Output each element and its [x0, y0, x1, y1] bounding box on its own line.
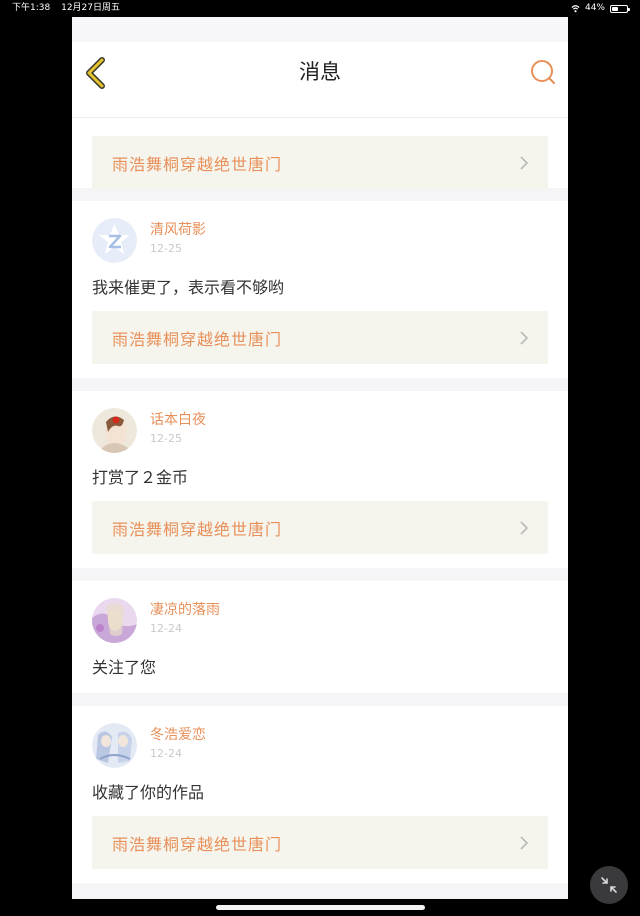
- chevron-right-icon: [520, 155, 528, 170]
- message-card: 话本白夜 12-25 打赏了２金币 雨浩舞桐穿越绝世唐门: [72, 391, 568, 568]
- message-date: 12-25: [150, 242, 182, 255]
- book-title: 雨浩舞桐穿越绝世唐门: [112, 154, 283, 174]
- username[interactable]: 话本白夜: [150, 412, 206, 429]
- user-meta: 话本白夜 12-25: [150, 408, 206, 446]
- card-gap: [72, 693, 568, 706]
- message-text: 打赏了２金币: [92, 468, 189, 487]
- card-gap: [72, 378, 568, 391]
- collapse-icon: [601, 877, 617, 893]
- message-card: 凄凉的落雨 12-24 关注了您: [72, 581, 568, 693]
- message-date: 12-24: [150, 747, 182, 760]
- user-row: 凄凉的落雨 12-24: [92, 581, 548, 648]
- status-time: 下午1:38: [12, 3, 51, 13]
- wifi-icon: [571, 5, 580, 13]
- home-indicator[interactable]: [216, 905, 425, 910]
- username[interactable]: 冬浩爱恋: [150, 727, 206, 744]
- message-feed: 雨浩舞桐穿越绝世唐门 清风荷影 12-25 我来催更了，表示看不够哟 雨浩舞桐穿…: [72, 118, 568, 896]
- avatar[interactable]: [92, 598, 137, 643]
- message-date: 12-25: [150, 432, 182, 445]
- avatar[interactable]: [92, 408, 137, 453]
- message-card: 冬浩爱恋 12-24 收藏了你的作品 雨浩舞桐穿越绝世唐门: [72, 706, 568, 883]
- chevron-right-icon: [520, 520, 528, 535]
- app-window: 消息 雨浩舞桐穿越绝世唐门 清风荷影 12-25 我来催更了，表示看不够哟 雨浩…: [72, 17, 568, 899]
- message-card: 清风荷影 12-25 我来催更了，表示看不够哟 雨浩舞桐穿越绝世唐门: [72, 201, 568, 378]
- book-title: 雨浩舞桐穿越绝世唐门: [112, 519, 283, 539]
- battery-icon: [610, 4, 630, 13]
- user-meta: 清风荷影 12-25: [150, 218, 206, 256]
- navbar: 消息: [72, 42, 568, 118]
- book-link[interactable]: 雨浩舞桐穿越绝世唐门: [92, 816, 548, 869]
- card-gap: [72, 188, 568, 201]
- user-row: 冬浩爱恋 12-24: [92, 706, 548, 773]
- avatar[interactable]: [92, 723, 137, 768]
- user-meta: 冬浩爱恋 12-24: [150, 723, 206, 761]
- collapse-button[interactable]: [590, 866, 628, 904]
- message-card: 雨浩舞桐穿越绝世唐门: [72, 118, 568, 189]
- status-right: 44%: [571, 0, 630, 17]
- avatar[interactable]: [92, 218, 137, 263]
- message-date: 12-24: [150, 622, 182, 635]
- status-left: 下午1:38 12月27日周五: [12, 0, 128, 17]
- card-padding: [92, 554, 548, 568]
- search-icon[interactable]: [530, 59, 556, 85]
- username[interactable]: 清风荷影: [150, 222, 206, 239]
- message-text: 关注了您: [92, 658, 157, 677]
- page-title: 消息: [299, 60, 341, 84]
- status-bar: 下午1:38 12月27日周五 44%: [0, 0, 640, 17]
- card-padding: [92, 869, 548, 883]
- user-meta: 凄凉的落雨 12-24: [150, 598, 220, 636]
- book-title: 雨浩舞桐穿越绝世唐门: [112, 834, 283, 854]
- card-padding: [92, 364, 548, 378]
- battery-fill: [612, 6, 618, 11]
- book-title: 雨浩舞桐穿越绝世唐门: [112, 329, 283, 349]
- user-row: 话本白夜 12-25: [92, 391, 548, 458]
- message-text: 我来催更了，表示看不够哟: [92, 278, 285, 297]
- message-text: 收藏了你的作品: [92, 783, 205, 802]
- chevron-right-icon: [520, 330, 528, 345]
- user-row: 清风荷影 12-25: [92, 201, 548, 268]
- battery-percent: 44%: [584, 3, 605, 13]
- book-link[interactable]: 雨浩舞桐穿越绝世唐门: [92, 136, 548, 189]
- card-padding: [92, 679, 548, 693]
- top-strip: [72, 17, 568, 42]
- book-link[interactable]: 雨浩舞桐穿越绝世唐门: [92, 501, 548, 554]
- status-date: 12月27日周五: [61, 3, 120, 13]
- book-link[interactable]: 雨浩舞桐穿越绝世唐门: [92, 311, 548, 364]
- card-gap: [72, 883, 568, 896]
- card-gap: [72, 568, 568, 581]
- chevron-right-icon: [520, 835, 528, 850]
- username[interactable]: 凄凉的落雨: [150, 602, 220, 619]
